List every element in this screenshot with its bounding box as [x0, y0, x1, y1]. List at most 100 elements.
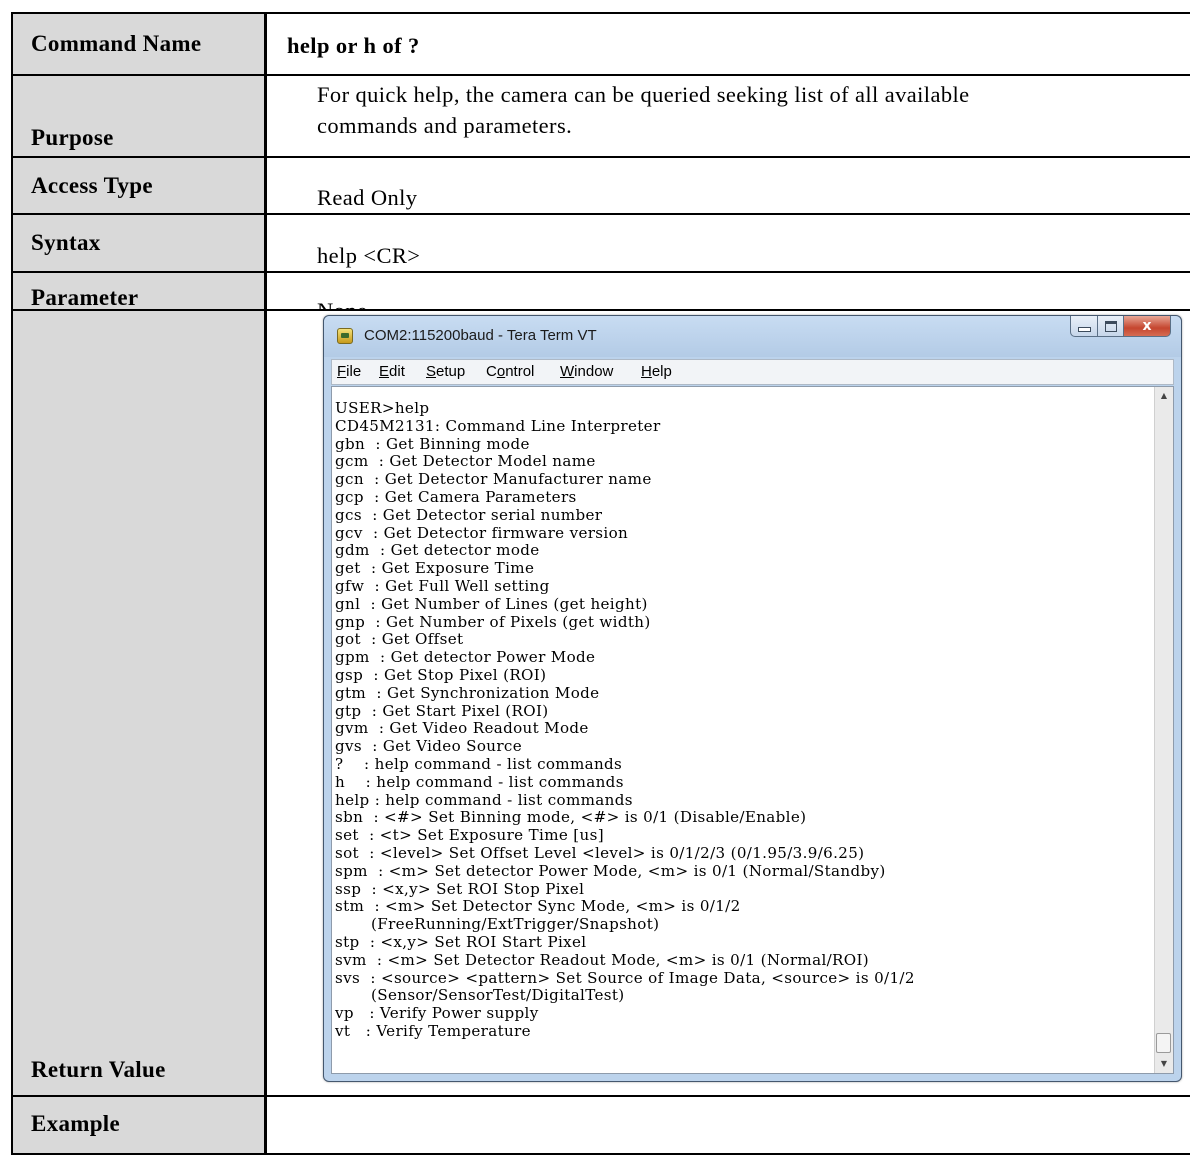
row-syntax: Syntax help <CR> [11, 213, 1190, 273]
terminal-line: spm : <m> Set detector Power Mode, <m> i… [335, 861, 886, 880]
menu-window[interactable]: Window [560, 363, 613, 380]
maximize-icon [1104, 320, 1117, 332]
header-cell: Access Type [11, 156, 266, 215]
terminal-area[interactable]: USER>help CD45M2131: Command Line Interpr… [331, 386, 1174, 1074]
window-title: COM2:115200baud - Tera Term VT [364, 327, 597, 344]
scrollbar-thumb[interactable] [1156, 1033, 1171, 1053]
terminal-line: get : Get Exposure Time [335, 559, 535, 578]
window-controls: x [1070, 316, 1171, 338]
menu-control[interactable]: Control [486, 363, 534, 380]
menu-accelerator: S [426, 363, 437, 380]
header-cell: Example [11, 1095, 266, 1155]
terminal-line: (FreeRunning/ExtTrigger/Snapshot) [335, 915, 660, 934]
scroll-down-arrow-icon[interactable]: ▼ [1155, 1055, 1173, 1073]
close-icon: x [1142, 318, 1152, 334]
terminal-line: gvm : Get Video Readout Mode [335, 719, 589, 738]
value-cell: For quick help, the camera can be querie… [265, 74, 1190, 158]
scroll-up-arrow-icon[interactable]: ▲ [1155, 387, 1173, 405]
terminal-line: svm : <m> Set Detector Readout Mode, <m>… [335, 950, 870, 969]
label-parameter: Parameter [31, 285, 139, 310]
header-cell: Purpose [11, 74, 266, 158]
menu-help[interactable]: Help [641, 363, 672, 380]
terminal-line: gcs : Get Detector serial number [335, 505, 603, 524]
value-purpose-line-2: commands and parameters. [317, 113, 573, 138]
terminal-line: set : <t> Set Exposure Time [us] [335, 826, 604, 845]
menu-text: indow [574, 363, 614, 380]
menu-bar: File Edit Setup Control Window Help [331, 359, 1174, 385]
value-cell: help or h of ? [265, 12, 1190, 76]
terminal-line: gsp : Get Stop Pixel (ROI) [335, 665, 547, 684]
terminal-line: USER>help [335, 399, 430, 417]
close-button[interactable]: x [1124, 316, 1171, 337]
label-return-value: Return Value [31, 1057, 166, 1082]
terminal-line: CD45M2131: Command Line Interpreter [335, 416, 661, 435]
terminal-line: sbn : <#> Set Binning mode, <#> is 0/1 (… [335, 808, 807, 827]
value-cell: help <CR> [265, 213, 1190, 273]
header-cell: Command Name [11, 12, 266, 76]
row-command-name: Command Name help or h of ? [11, 12, 1190, 76]
terminal-line: gbn : Get Binning mode [335, 434, 530, 453]
menu-accelerator: F [337, 363, 347, 380]
value-cell: Read Only [265, 156, 1190, 215]
menu-setup[interactable]: Setup [426, 363, 465, 380]
value-access-type: Read Only [317, 185, 418, 210]
terminal-line: gnp : Get Number of Pixels (get width) [335, 612, 651, 631]
terminal-line: gcn : Get Detector Manufacturer name [335, 470, 652, 489]
terminal-line: got : Get Offset [335, 630, 464, 649]
header-cell: Return Value [11, 309, 266, 1097]
menu-file[interactable]: File [337, 363, 361, 380]
menu-accelerator: W [560, 363, 575, 380]
terminal-line: sot : <level> Set Offset Level <level> i… [335, 843, 865, 862]
terminal-line: svs : <source> <pattern> Set Source of I… [335, 968, 915, 987]
terminal-line: stm : <m> Set Detector Sync Mode, <m> is… [335, 897, 741, 916]
header-cell: Syntax [11, 213, 266, 273]
terminal-line: gpm : Get detector Power Mode [335, 648, 596, 667]
terminal-line: ? : help command - list commands [335, 754, 623, 773]
menu-edit[interactable]: Edit [379, 363, 405, 380]
terminal-line: gcm : Get Detector Model name [335, 452, 596, 471]
label-command-name: Command Name [31, 31, 202, 56]
menu-text: ile [346, 363, 362, 380]
terminal-line: gvs : Get Video Source [335, 737, 523, 756]
menu-text: elp [651, 363, 672, 380]
row-access-type: Access Type Read Only [11, 156, 1190, 215]
menu-text: dit [389, 363, 405, 380]
menu-accelerator: H [641, 363, 652, 380]
minimize-button[interactable] [1070, 316, 1098, 337]
menu-accelerator: E [379, 363, 390, 380]
terminal-line: vt : Verify Temperature [335, 1021, 531, 1040]
terminal-line: gnl : Get Number of Lines (get height) [335, 594, 648, 613]
tera-term-icon[interactable] [337, 328, 353, 344]
value-purpose-line-1: For quick help, the camera can be querie… [317, 82, 970, 107]
minimize-icon [1077, 326, 1091, 332]
terminal-line: ssp : <x,y> Set ROI Stop Pixel [335, 879, 585, 898]
label-example: Example [31, 1111, 120, 1136]
terminal-line: gdm : Get detector mode [335, 541, 540, 560]
value-cell [265, 1095, 1190, 1155]
menu-text: etup [436, 363, 466, 380]
terminal-line: (Sensor/SensorTest/DigitalTest) [335, 986, 625, 1005]
menu-text: ntrol [505, 363, 535, 380]
menu-accelerator: o [496, 363, 506, 380]
tera-term-window: COM2:115200baud - Tera Term VT x File Ed… [323, 315, 1182, 1082]
terminal-line: stp : <x,y> Set ROI Start Pixel [335, 932, 587, 951]
menu-text: C [486, 363, 497, 380]
terminal-output: USER>help CD45M2131: Command Line Interpr… [335, 399, 915, 1073]
terminal-line: gcv : Get Detector firmware version [335, 523, 629, 542]
vertical-scrollbar[interactable]: ▲ ▼ [1154, 387, 1173, 1073]
label-access-type: Access Type [31, 173, 153, 198]
title-bar[interactable]: COM2:115200baud - Tera Term VT x [324, 316, 1181, 357]
terminal-line: vp : Verify Power supply [335, 1004, 539, 1023]
terminal-line: gcp : Get Camera Parameters [335, 487, 577, 506]
row-purpose: Purpose For quick help, the camera can b… [11, 74, 1190, 158]
maximize-button[interactable] [1098, 316, 1124, 337]
row-example: Example [11, 1095, 1190, 1155]
value-command-name: help or h of ? [287, 33, 420, 58]
terminal-line: h : help command - list commands [335, 772, 624, 791]
terminal-line: gtp : Get Start Pixel (ROI) [335, 701, 549, 720]
label-purpose: Purpose [31, 125, 114, 150]
value-syntax: help <CR> [317, 243, 421, 268]
terminal-line: help : help command - list commands [335, 790, 633, 809]
